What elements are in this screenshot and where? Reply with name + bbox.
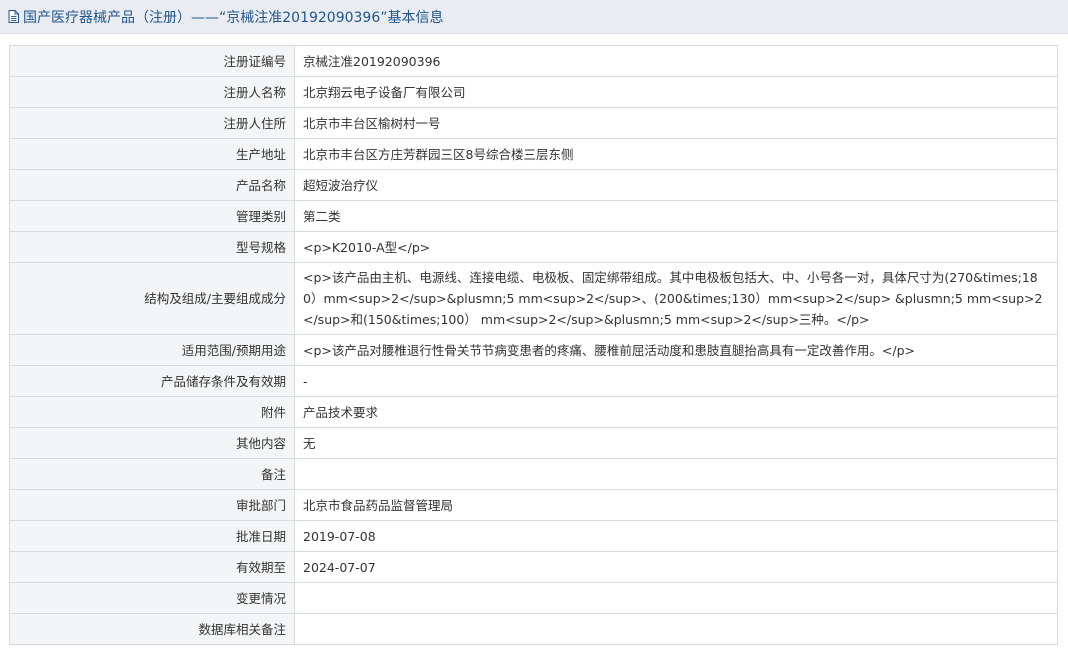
row-label: 数据库相关备注 [9,613,295,645]
table-row: 注册人住所 北京市丰台区榆树村一号 [9,107,1058,139]
row-value: 第二类 [294,200,1058,232]
row-label: 注册证编号 [9,45,295,77]
row-value [294,458,1058,490]
table-row: 型号规格 <p>K2010-A型</p> [9,231,1058,263]
row-label: 生产地址 [9,138,295,170]
table-row: 结构及组成/主要组成成分 <p>该产品由主机、电源线、连接电缆、电极板、固定绑带… [9,262,1058,335]
table-row: 管理类别 第二类 [9,200,1058,232]
row-label: 审批部门 [9,489,295,521]
detail-table: 注册证编号 京械注准20192090396 注册人名称 北京翔云电子设备厂有限公… [9,45,1058,645]
row-value: - [294,365,1058,397]
table-row: 变更情况 [9,582,1058,614]
row-value: 京械注准20192090396 [294,45,1058,77]
table-row: 产品储存条件及有效期 - [9,365,1058,397]
row-label: 注册人住所 [9,107,295,139]
row-value: <p>该产品对腰椎退行性骨关节节病变患者的疼痛、腰椎前屈活动度和患肢直腿抬高具有… [294,334,1058,366]
row-value [294,582,1058,614]
table-row: 审批部门 北京市食品药品监督管理局 [9,489,1058,521]
row-label: 附件 [9,396,295,428]
title-bar: 国产医疗器械产品（注册）——“京械注准20192090396”基本信息 [0,0,1068,34]
table-row: 适用范围/预期用途 <p>该产品对腰椎退行性骨关节节病变患者的疼痛、腰椎前屈活动… [9,334,1058,366]
row-label: 其他内容 [9,427,295,459]
row-value: 产品技术要求 [294,396,1058,428]
row-label: 有效期至 [9,551,295,583]
row-value: 无 [294,427,1058,459]
row-value: 北京市丰台区方庄芳群园三区8号综合楼三层东侧 [294,138,1058,170]
row-value: 2024-07-07 [294,551,1058,583]
row-label: 适用范围/预期用途 [9,334,295,366]
row-label: 注册人名称 [9,76,295,108]
table-row: 生产地址 北京市丰台区方庄芳群园三区8号综合楼三层东侧 [9,138,1058,170]
row-value: <p>该产品由主机、电源线、连接电缆、电极板、固定绑带组成。其中电极板包括大、中… [294,262,1058,335]
row-label: 型号规格 [9,231,295,263]
table-row: 注册人名称 北京翔云电子设备厂有限公司 [9,76,1058,108]
row-label: 变更情况 [9,582,295,614]
row-label: 批准日期 [9,520,295,552]
table-row: 备注 [9,458,1058,490]
row-value: 北京翔云电子设备厂有限公司 [294,76,1058,108]
detail-page: 国产医疗器械产品（注册）——“京械注准20192090396”基本信息 注册证编… [0,0,1068,648]
table-row: 其他内容 无 [9,427,1058,459]
table-row: 数据库相关备注 [9,613,1058,645]
page-title: 国产医疗器械产品（注册）——“京械注准20192090396”基本信息 [23,9,444,26]
document-icon [8,10,19,23]
row-label: 产品名称 [9,169,295,201]
row-value: 2019-07-08 [294,520,1058,552]
row-value: 超短波治疗仪 [294,169,1058,201]
row-value: 北京市丰台区榆树村一号 [294,107,1058,139]
row-value: <p>K2010-A型</p> [294,231,1058,263]
table-row: 产品名称 超短波治疗仪 [9,169,1058,201]
row-label: 结构及组成/主要组成成分 [9,262,295,335]
row-label: 管理类别 [9,200,295,232]
row-value: 北京市食品药品监督管理局 [294,489,1058,521]
row-label: 备注 [9,458,295,490]
row-value [294,613,1058,645]
table-row: 批准日期 2019-07-08 [9,520,1058,552]
row-label: 产品储存条件及有效期 [9,365,295,397]
table-row: 注册证编号 京械注准20192090396 [9,45,1058,77]
table-row: 附件 产品技术要求 [9,396,1058,428]
table-row: 有效期至 2024-07-07 [9,551,1058,583]
